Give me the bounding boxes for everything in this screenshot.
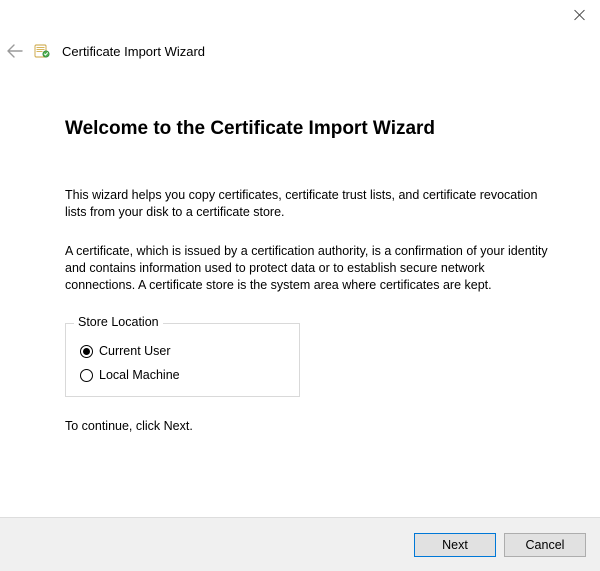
- back-arrow-icon[interactable]: [6, 42, 24, 60]
- intro-paragraph-2: A certificate, which is issued by a cert…: [65, 243, 555, 294]
- wizard-footer: Next Cancel: [0, 517, 600, 571]
- intro-paragraph-1: This wizard helps you copy certificates,…: [65, 187, 555, 221]
- radio-current-user[interactable]: Current User: [80, 344, 287, 358]
- certificate-wizard-icon: [34, 42, 52, 60]
- store-location-group: Store Location Current User Local Machin…: [65, 323, 300, 397]
- radio-label: Local Machine: [99, 368, 180, 382]
- store-location-legend: Store Location: [74, 315, 163, 329]
- close-icon[interactable]: [572, 8, 588, 24]
- radio-icon: [80, 345, 93, 358]
- continue-hint: To continue, click Next.: [65, 419, 555, 433]
- wizard-title: Certificate Import Wizard: [62, 44, 205, 59]
- cancel-button[interactable]: Cancel: [504, 533, 586, 557]
- radio-label: Current User: [99, 344, 171, 358]
- next-button[interactable]: Next: [414, 533, 496, 557]
- page-heading: Welcome to the Certificate Import Wizard: [65, 118, 555, 140]
- radio-icon: [80, 369, 93, 382]
- radio-local-machine[interactable]: Local Machine: [80, 368, 287, 382]
- wizard-header: Certificate Import Wizard: [6, 42, 205, 60]
- wizard-content: Welcome to the Certificate Import Wizard…: [65, 118, 555, 433]
